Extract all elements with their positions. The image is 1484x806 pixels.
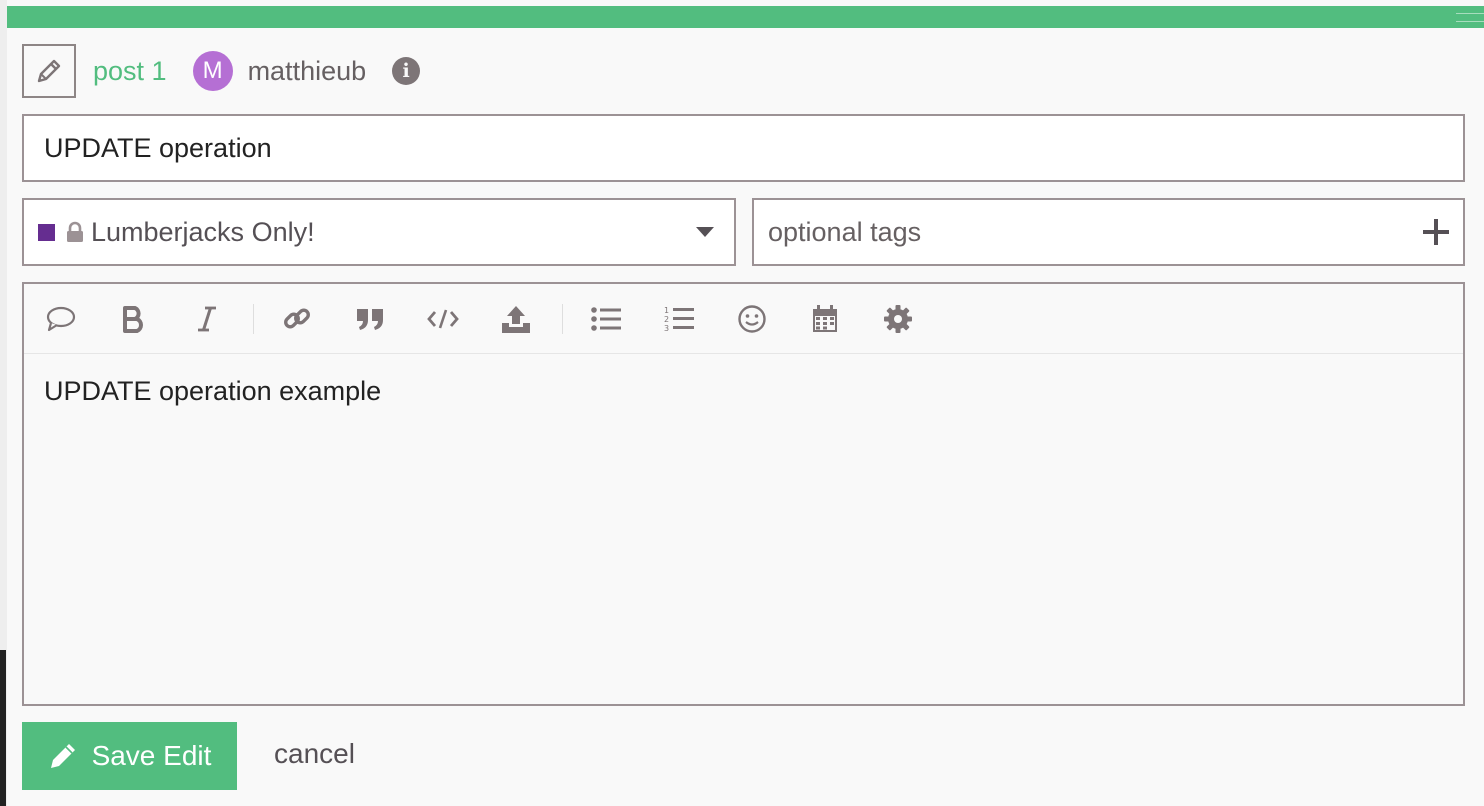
speech-bubble-icon[interactable] — [44, 302, 78, 336]
topic-title-input[interactable] — [22, 114, 1465, 182]
save-edit-button[interactable]: Save Edit — [22, 722, 237, 790]
toolbar-separator — [253, 304, 254, 334]
quote-icon[interactable] — [353, 302, 387, 336]
caret-down-icon — [696, 227, 714, 237]
pencil-icon — [37, 59, 61, 83]
upload-icon[interactable] — [499, 302, 533, 336]
tags-input[interactable]: optional tags — [752, 198, 1465, 266]
username[interactable]: matthieub — [248, 56, 367, 87]
svg-text:3: 3 — [664, 324, 669, 333]
category-color-swatch — [38, 223, 55, 241]
svg-text:1: 1 — [664, 306, 669, 315]
edit-action-button[interactable] — [22, 44, 76, 98]
emoji-icon[interactable] — [735, 302, 769, 336]
avatar-letter: M — [202, 57, 223, 84]
grip-handle[interactable] — [1456, 13, 1484, 22]
avatar[interactable]: M — [192, 51, 233, 91]
toolbar-separator — [562, 304, 563, 334]
editor-textarea[interactable]: UPDATE operation example — [44, 376, 381, 407]
svg-text:2: 2 — [664, 315, 669, 324]
editor: 1 2 3 UPDATE operation example — [22, 282, 1465, 706]
category-name: Lumberjacks Only! — [91, 216, 315, 247]
lock-icon — [65, 221, 85, 243]
editor-toolbar: 1 2 3 — [24, 284, 1463, 354]
plus-icon[interactable] — [1423, 219, 1449, 245]
bullet-list-icon[interactable] — [589, 302, 623, 336]
pencil-icon — [48, 741, 78, 771]
save-edit-label: Save Edit — [91, 740, 212, 771]
cancel-link[interactable]: cancel — [274, 738, 355, 770]
reply-to-row: post 1 M matthieub i — [22, 43, 421, 99]
code-icon[interactable] — [426, 302, 460, 336]
numbered-list-icon[interactable]: 1 2 3 — [662, 302, 696, 336]
calendar-icon[interactable] — [808, 302, 842, 336]
composer-panel: post 1 M matthieub i Lumberjacks Only! o… — [7, 6, 1484, 806]
italic-icon[interactable] — [190, 302, 224, 336]
composer-grip-bar[interactable] — [7, 6, 1484, 28]
info-icon[interactable]: i — [392, 57, 421, 85]
link-icon[interactable] — [280, 302, 314, 336]
left-edge-dark-strip — [0, 650, 6, 806]
bold-icon[interactable] — [117, 302, 151, 336]
gear-icon[interactable] — [881, 302, 915, 336]
tags-placeholder: optional tags — [768, 216, 922, 247]
category-dropdown[interactable]: Lumberjacks Only! — [22, 198, 736, 266]
post-link[interactable]: post 1 — [93, 56, 167, 87]
